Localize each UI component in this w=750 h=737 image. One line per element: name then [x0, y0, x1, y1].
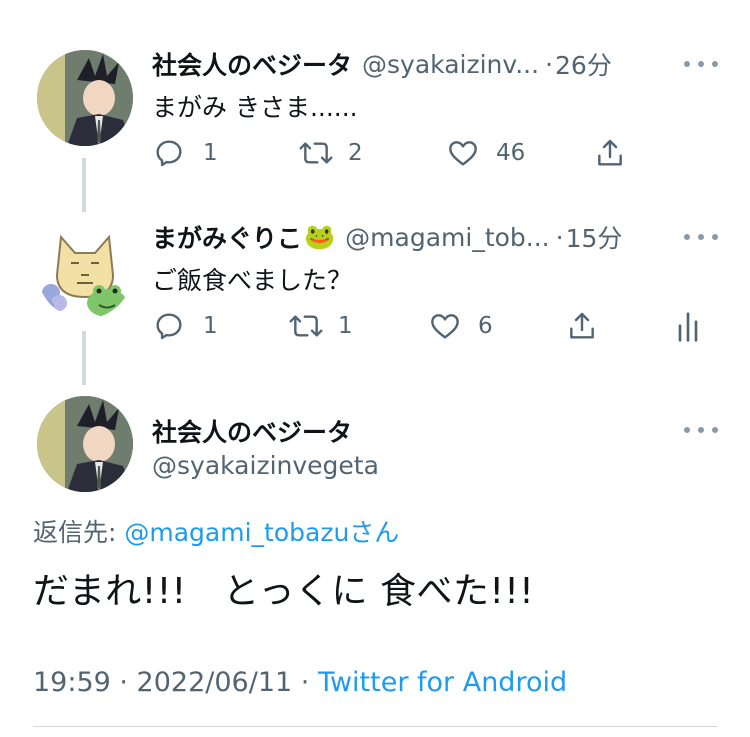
display-name[interactable]: 社会人のベジータ — [152, 46, 352, 82]
like-button[interactable]: 46 — [446, 137, 525, 169]
source-client-link[interactable]: Twitter for Android — [318, 667, 567, 698]
tweet-meta: 19:59 · 2022/06/11 · Twitter for Android — [33, 667, 567, 698]
reply-mention-link[interactable]: @magami_tobazuさん — [124, 518, 399, 547]
retweet-icon — [299, 142, 333, 164]
separator: · — [545, 49, 554, 79]
reply-icon — [156, 140, 182, 167]
heart-icon — [449, 141, 477, 166]
display-name[interactable]: 社会人のベジータ — [152, 413, 352, 449]
analytics-button[interactable] — [676, 310, 700, 344]
username[interactable]: @syakaizinv... — [362, 50, 539, 79]
like-button[interactable]: 6 — [428, 310, 493, 342]
tweet-text: だまれ!!! とっくに 食べた!!! — [33, 571, 535, 612]
timestamp[interactable]: 26分 — [555, 46, 612, 82]
reply-button[interactable]: 1 — [153, 310, 218, 342]
more-icon[interactable] — [684, 425, 718, 435]
timestamp[interactable]: 15分 — [566, 219, 623, 255]
share-button[interactable] — [594, 136, 626, 170]
retweet-icon — [289, 315, 323, 337]
avatar[interactable] — [37, 396, 133, 492]
share-button[interactable] — [566, 309, 598, 343]
retweet-button[interactable]: 2 — [298, 137, 363, 169]
tweet-text: まがみ きさま...... — [152, 93, 358, 122]
divider — [33, 726, 717, 727]
replying-to: 返信先: @magami_tobazuさん — [33, 513, 399, 549]
separator: · — [555, 222, 564, 252]
like-count: 46 — [496, 140, 526, 166]
avatar[interactable] — [37, 50, 133, 146]
retweet-count: 1 — [338, 313, 353, 339]
retweet-button[interactable]: 1 — [288, 310, 353, 342]
tweet-timestamp[interactable]: 19:59 · 2022/06/11 · — [33, 667, 318, 698]
share-icon — [570, 312, 594, 339]
thread-line — [82, 331, 86, 385]
username[interactable]: @magami_tob... — [345, 223, 549, 252]
reply-button[interactable]: 1 — [153, 137, 218, 169]
reply-label: 返信先: — [33, 518, 125, 547]
retweet-count: 2 — [348, 140, 363, 166]
frog-emoji: 🐸 — [304, 222, 336, 251]
analytics-icon — [678, 312, 698, 342]
heart-icon — [431, 314, 459, 339]
more-icon[interactable] — [684, 59, 718, 69]
tweet-header: まがみぐりこ 🐸 @magami_tob... · 15分 — [152, 219, 622, 255]
avatar[interactable] — [37, 223, 133, 319]
reply-count: 1 — [203, 140, 218, 166]
display-name[interactable]: まがみぐりこ — [152, 219, 302, 255]
thread-line — [82, 158, 86, 212]
more-icon[interactable] — [684, 232, 718, 242]
reply-icon — [156, 313, 182, 340]
reply-count: 1 — [203, 313, 218, 339]
share-icon — [598, 139, 622, 166]
tweet-header: 社会人のベジータ @syakaizinv... · 26分 — [152, 46, 612, 82]
username[interactable]: @syakaizinvegeta — [152, 451, 379, 480]
tweet-text: ご飯食べました？ — [152, 266, 353, 295]
like-count: 6 — [478, 313, 493, 339]
